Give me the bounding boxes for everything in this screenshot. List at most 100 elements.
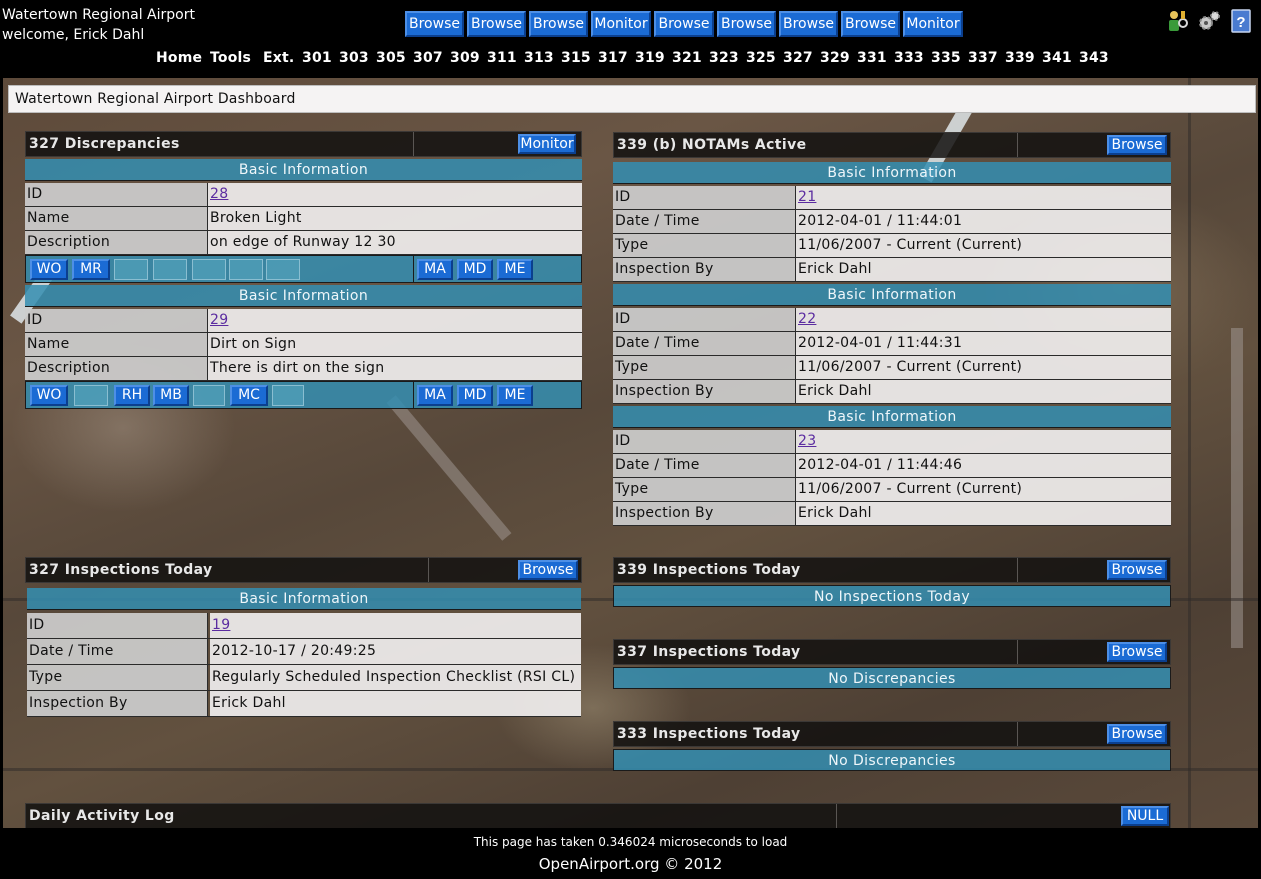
empty-action-slot — [114, 259, 148, 280]
table-row: Date / Time 2012-04-01 / 11:44:01 — [613, 210, 1171, 234]
panel-title: 327 Inspections Today — [29, 562, 213, 578]
row-value: 21 — [796, 186, 1171, 209]
browse-button-1[interactable]: Browse — [405, 11, 464, 37]
help-icon[interactable]: ? — [1229, 9, 1253, 33]
nav-315[interactable]: 315 — [561, 50, 591, 66]
record-id-link[interactable]: 22 — [798, 311, 816, 327]
monitor-button[interactable]: Monitor — [518, 134, 576, 154]
record-actions: WO RH MB MC MA MD ME — [25, 381, 582, 409]
ma-button[interactable]: MA — [417, 259, 453, 280]
row-label: ID — [27, 613, 208, 638]
nav-325[interactable]: 325 — [746, 50, 776, 66]
row-label: Date / Time — [27, 639, 208, 664]
top-header: Watertown Regional Airport welcome, Eric… — [0, 0, 1261, 78]
record-id-link[interactable]: 21 — [798, 189, 816, 205]
record-id-link[interactable]: 19 — [212, 617, 230, 633]
nav-341[interactable]: 341 — [1042, 50, 1072, 66]
nav-327[interactable]: 327 — [783, 50, 813, 66]
nav-339[interactable]: 339 — [1005, 50, 1035, 66]
table-row: Name Broken Light — [25, 207, 582, 231]
user-settings-icon[interactable] — [1165, 9, 1189, 33]
table-row: ID 28 — [25, 183, 582, 207]
divider — [1017, 722, 1018, 746]
empty-notice: No Discrepancies — [613, 749, 1171, 771]
nav-313[interactable]: 313 — [524, 50, 554, 66]
panel-title: 327 Discrepancies — [29, 136, 180, 152]
row-value: 11/06/2007 - Current (Current) — [796, 234, 1171, 257]
wo-button[interactable]: WO — [30, 259, 68, 280]
empty-action-slot — [193, 385, 225, 406]
row-value: There is dirt on the sign — [208, 357, 582, 380]
record-id-link[interactable]: 23 — [798, 433, 816, 449]
nav-343[interactable]: 343 — [1079, 50, 1109, 66]
inspections-333-header: 333 Inspections Today Browse — [613, 721, 1171, 747]
nav-331[interactable]: 331 — [857, 50, 887, 66]
browse-button[interactable]: Browse — [1107, 724, 1167, 744]
monitor-button-2[interactable]: Monitor — [903, 11, 963, 37]
nav-323[interactable]: 323 — [709, 50, 739, 66]
nav-305[interactable]: 305 — [376, 50, 406, 66]
nav-home[interactable]: Home — [156, 50, 202, 66]
section-band: Basic Information — [25, 159, 582, 181]
table-row: ID 22 — [613, 308, 1171, 332]
nav-337[interactable]: 337 — [968, 50, 998, 66]
monitor-button-1[interactable]: Monitor — [591, 11, 651, 37]
nav-ext[interactable]: Ext. — [263, 50, 294, 66]
nav-333[interactable]: 333 — [894, 50, 924, 66]
me-button[interactable]: ME — [497, 259, 533, 280]
divider — [413, 382, 414, 408]
nav-311[interactable]: 311 — [487, 50, 517, 66]
md-button[interactable]: MD — [457, 259, 493, 280]
nav-309[interactable]: 309 — [450, 50, 480, 66]
row-label: Inspection By — [27, 691, 208, 716]
nav-317[interactable]: 317 — [598, 50, 628, 66]
row-label: Description — [25, 357, 208, 380]
row-value: 19 — [210, 613, 581, 638]
daily-log-header: Daily Activity Log NULL — [25, 803, 1171, 828]
row-label: ID — [25, 183, 208, 206]
browse-button-3[interactable]: Browse — [529, 11, 588, 37]
wo-button[interactable]: WO — [30, 385, 68, 406]
row-value: 23 — [796, 430, 1171, 453]
nav-303[interactable]: 303 — [339, 50, 369, 66]
row-value: Regularly Scheduled Inspection Checklist… — [210, 665, 581, 690]
row-value: 2012-04-01 / 11:44:01 — [796, 210, 1171, 233]
browse-button-2[interactable]: Browse — [467, 11, 526, 37]
table-row: ID 21 — [613, 186, 1171, 210]
divider — [1017, 640, 1018, 664]
empty-action-slot — [153, 259, 187, 280]
table-row: Inspection By Erick Dahl — [613, 258, 1171, 282]
nav-335[interactable]: 335 — [931, 50, 961, 66]
browse-button[interactable]: Browse — [1107, 135, 1167, 155]
row-value: 11/06/2007 - Current (Current) — [796, 356, 1171, 379]
me-button[interactable]: ME — [497, 385, 533, 406]
record-id-link[interactable]: 29 — [210, 312, 228, 328]
notams-panel-header: 339 (b) NOTAMs Active Browse — [613, 132, 1171, 158]
browse-button-7[interactable]: Browse — [841, 11, 900, 37]
browse-button-6[interactable]: Browse — [779, 11, 838, 37]
table-row: ID 23 — [613, 430, 1171, 454]
nav-tools[interactable]: Tools — [210, 50, 251, 66]
null-button[interactable]: NULL — [1121, 806, 1169, 826]
nav-329[interactable]: 329 — [820, 50, 850, 66]
mr-button[interactable]: MR — [72, 259, 110, 280]
browse-button-4[interactable]: Browse — [654, 11, 714, 37]
gears-icon[interactable] — [1197, 9, 1221, 33]
browse-button-5[interactable]: Browse — [717, 11, 776, 37]
road-feature — [1188, 78, 1191, 828]
nav-301[interactable]: 301 — [302, 50, 332, 66]
browse-button[interactable]: Browse — [1107, 560, 1167, 580]
nav-307[interactable]: 307 — [413, 50, 443, 66]
row-label: Type — [613, 478, 796, 501]
nav-321[interactable]: 321 — [672, 50, 702, 66]
mc-button[interactable]: MC — [230, 385, 268, 406]
md-button[interactable]: MD — [457, 385, 493, 406]
mb-button[interactable]: MB — [153, 385, 189, 406]
ma-button[interactable]: MA — [417, 385, 453, 406]
browse-button[interactable]: Browse — [518, 560, 578, 580]
record-id-link[interactable]: 28 — [210, 186, 228, 202]
nav-319[interactable]: 319 — [635, 50, 665, 66]
rh-button[interactable]: RH — [114, 385, 150, 406]
browse-button[interactable]: Browse — [1107, 642, 1167, 662]
table-row: Description There is dirt on the sign — [25, 357, 582, 381]
